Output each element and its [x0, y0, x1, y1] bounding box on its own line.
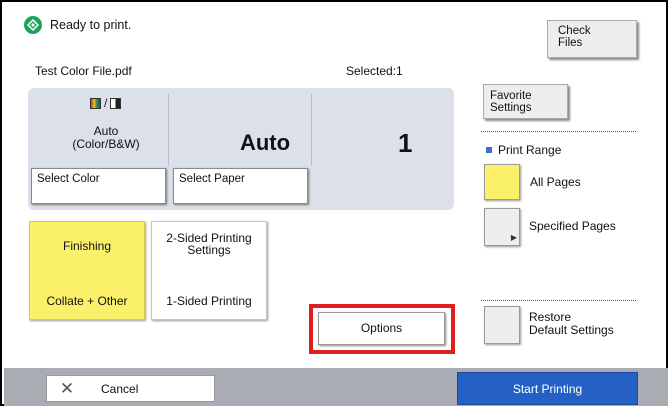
two-sided-printing-button[interactable]: 2-Sided Printing Settings 1-Sided Printi…: [151, 221, 267, 320]
print-settings-panel: / Auto (Color/B&W) Auto 1 Select Color S…: [28, 88, 454, 210]
finishing-value: Collate + Other: [46, 294, 128, 308]
all-pages-label: All Pages: [530, 175, 581, 189]
print-range-heading: Print Range: [486, 143, 561, 157]
print-range-title: Print Range: [498, 143, 562, 157]
copies-value[interactable]: 1: [398, 128, 412, 159]
finishing-button[interactable]: Finishing Collate + Other: [29, 221, 145, 320]
divider: [481, 300, 636, 301]
ready-icon: [24, 16, 42, 34]
caret-right-icon: ▶: [510, 233, 517, 242]
options-button[interactable]: Options: [318, 312, 445, 345]
paper-value: Auto: [239, 130, 291, 155]
bullet-icon: [486, 147, 492, 153]
cancel-button[interactable]: ✕ Cancel: [46, 375, 215, 402]
finishing-title: Finishing: [62, 239, 112, 253]
check-files-button[interactable]: Check Files: [547, 20, 637, 58]
status-text: Ready to print.: [50, 18, 132, 32]
file-name: Test Color File.pdf: [35, 64, 132, 78]
start-printing-button[interactable]: Start Printing: [457, 372, 638, 405]
specified-pages-button[interactable]: ▶: [484, 208, 520, 246]
restore-default-button[interactable]: [484, 306, 520, 344]
print-settings-screen: Ready to print. Check Files Test Color F…: [0, 0, 668, 406]
two-sided-value: 1-Sided Printing: [166, 294, 252, 308]
close-icon: ✕: [59, 378, 75, 398]
select-paper-button[interactable]: Select Paper: [173, 168, 308, 204]
all-pages-button[interactable]: [484, 164, 520, 200]
two-sided-title: 2-Sided Printing Settings: [166, 231, 252, 257]
divider: [481, 131, 636, 132]
status-bar: Ready to print.: [24, 16, 131, 34]
favorite-settings-button[interactable]: Favorite Settings: [483, 84, 568, 119]
select-color-button[interactable]: Select Color: [31, 168, 166, 204]
color-bw-icon: /: [90, 97, 122, 109]
specified-pages-label: Specified Pages: [529, 219, 616, 233]
cancel-label: Cancel: [101, 381, 139, 396]
restore-default-label: Restore Default Settings: [529, 310, 614, 337]
color-mode-value: Auto (Color/B&W): [72, 124, 140, 151]
panel-divider: [168, 94, 169, 166]
selected-count: Selected:1: [346, 64, 403, 78]
